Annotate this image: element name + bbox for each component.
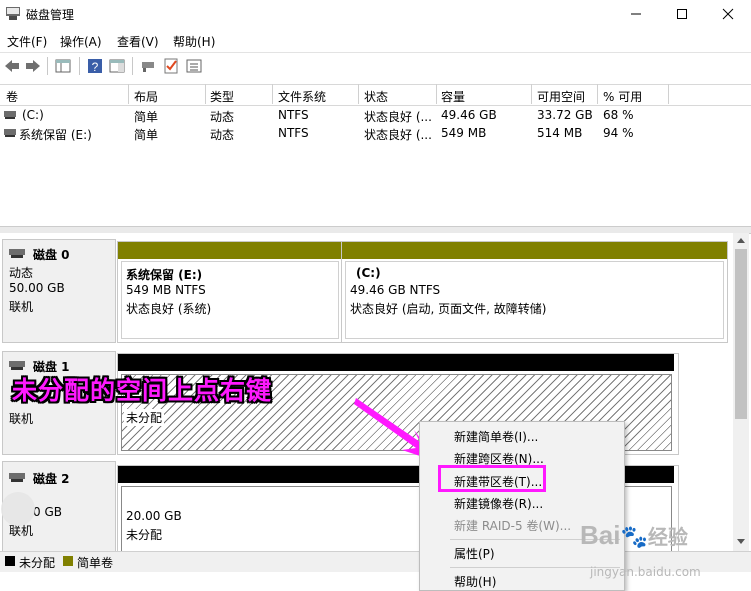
scroll-thumb[interactable]: [735, 249, 747, 419]
menu-help-item[interactable]: 帮助(H): [454, 573, 496, 590]
table-row[interactable]: (C:) 简单 动态 NTFS 状态良好 (... 49.46 GB 33.72…: [0, 106, 751, 124]
forward-icon[interactable]: [24, 57, 42, 75]
list-view-icon[interactable]: [185, 57, 203, 75]
highlight-box: [438, 465, 546, 492]
svg-text:?: ?: [92, 60, 99, 74]
menu-new-raid5-volume: 新建 RAID-5 卷(W)...: [454, 519, 572, 533]
disk-0-label[interactable]: 磁盘 0 动态 50.00 GB 联机: [2, 239, 116, 343]
title-bar: 磁盘管理: [0, 0, 751, 28]
toolbar: ?: [0, 52, 751, 79]
checklist-icon[interactable]: [162, 57, 180, 75]
partition-c[interactable]: (C:) 49.46 GB NTFS 状态良好 (启动, 页面文件, 故障转储): [341, 241, 728, 343]
col-status[interactable]: 状态: [364, 88, 388, 105]
watermark-url: jingyan.baidu.com: [590, 565, 701, 579]
col-type[interactable]: 类型: [210, 88, 234, 105]
disk-icon: [9, 249, 25, 258]
volume-list-header: 卷 布局 类型 文件系统 状态 容量 可用空间 % 可用: [0, 84, 751, 106]
menu-properties[interactable]: 属性(P): [454, 545, 495, 562]
scroll-down-icon[interactable]: [737, 539, 745, 545]
close-button[interactable]: [705, 0, 751, 28]
col-volume[interactable]: 卷: [6, 88, 18, 105]
properties-pane-icon[interactable]: [108, 57, 126, 75]
scroll-up-icon[interactable]: [737, 237, 745, 243]
connect-icon[interactable]: [139, 57, 157, 75]
col-layout[interactable]: 布局: [134, 88, 158, 105]
menu-view[interactable]: 查看(V): [117, 33, 159, 50]
legend-swatch-simple: [63, 556, 73, 566]
disk-icon: [9, 473, 25, 482]
vertical-scrollbar[interactable]: [733, 233, 749, 551]
legend-unallocated: 未分配: [19, 556, 56, 570]
annotation-text: 未分配的空间上点右键: [12, 376, 273, 405]
drive-icon: [4, 129, 16, 137]
disk-management-icon: [6, 7, 20, 20]
menu-action[interactable]: 操作(A): [60, 33, 102, 50]
col-percent-free[interactable]: % 可用: [603, 88, 642, 105]
menu-file[interactable]: 文件(F): [7, 33, 47, 50]
table-row[interactable]: 系统保留 (E:) 简单 动态 NTFS 状态良好 (... 549 MB 51…: [0, 124, 751, 142]
minimize-icon: [631, 13, 641, 15]
menu-new-simple-volume[interactable]: 新建简单卷(I)...: [454, 428, 538, 445]
help-icon[interactable]: ?: [86, 57, 104, 75]
close-icon: [722, 8, 734, 20]
col-free-space[interactable]: 可用空间: [537, 88, 585, 105]
minimize-button[interactable]: [613, 0, 659, 28]
menu-help[interactable]: 帮助(H): [173, 33, 215, 50]
back-icon[interactable]: [3, 57, 21, 75]
window-title: 磁盘管理: [26, 8, 75, 22]
col-filesystem[interactable]: 文件系统: [278, 88, 326, 105]
disk-2-label[interactable]: 磁盘 2 0 GB 联机: [1, 461, 116, 551]
legend-simple-volume: 简单卷: [77, 556, 114, 570]
menu-bar: 文件(F) 操作(A) 查看(V) 帮助(H): [0, 30, 751, 50]
col-capacity[interactable]: 容量: [441, 88, 465, 105]
maximize-icon: [677, 9, 687, 19]
disk-icon: [9, 361, 25, 370]
drive-icon: [4, 111, 16, 119]
partition-system-reserved[interactable]: 系统保留 (E:) 549 MB NTFS 状态良好 (系统): [117, 241, 343, 343]
show-hide-tree-icon[interactable]: [54, 57, 72, 75]
maximize-button[interactable]: [659, 0, 705, 28]
watermark-brand: Bai🐾经验: [580, 520, 688, 550]
legend-swatch-unallocated: [5, 556, 15, 566]
menu-new-mirrored-volume[interactable]: 新建镜像卷(R)...: [454, 495, 543, 512]
